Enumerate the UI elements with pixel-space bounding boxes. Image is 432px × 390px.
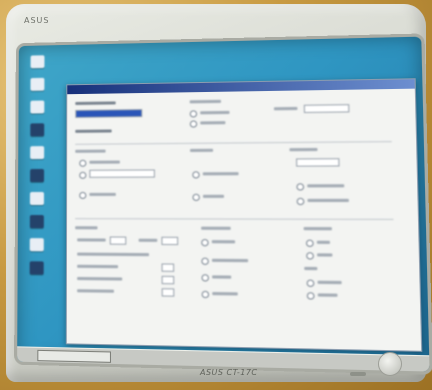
top-bezel-logo: ASUS — [24, 16, 50, 25]
number-field[interactable] — [109, 236, 127, 245]
group-label — [303, 227, 332, 231]
desktop-icon[interactable] — [30, 100, 45, 114]
group-label — [75, 149, 106, 153]
option-label — [317, 293, 338, 297]
option-label — [317, 253, 333, 257]
option-label — [202, 172, 239, 176]
option-label — [202, 194, 225, 198]
section-divider — [75, 141, 392, 145]
number-field[interactable] — [161, 236, 179, 246]
radio-button[interactable] — [192, 171, 200, 179]
radio-button[interactable] — [201, 274, 209, 282]
radio-button[interactable] — [201, 257, 209, 265]
option-label — [89, 160, 120, 164]
desktop-icon-column — [25, 55, 52, 326]
monitor-screen — [17, 36, 430, 372]
field-label — [75, 101, 116, 106]
radio-button[interactable] — [189, 110, 198, 118]
radio-button[interactable] — [201, 290, 210, 299]
radio-button[interactable] — [306, 292, 315, 300]
group-label — [201, 226, 231, 230]
desktop-icon[interactable] — [30, 123, 45, 137]
section-divider — [75, 218, 394, 220]
radio-button[interactable] — [296, 197, 305, 206]
radio-button[interactable] — [201, 239, 209, 247]
group-label — [75, 226, 98, 230]
settings-dialog-window — [65, 78, 423, 352]
desktop-icon[interactable] — [30, 146, 45, 160]
desktop-icon[interactable] — [30, 77, 45, 91]
desktop-icon[interactable] — [29, 238, 44, 252]
text-field[interactable] — [296, 158, 340, 167]
option-label — [307, 184, 345, 188]
desktop-icon[interactable] — [29, 215, 44, 229]
option-label — [200, 110, 230, 115]
radio-button[interactable] — [79, 159, 87, 167]
option-label — [89, 192, 116, 196]
field-label — [189, 99, 222, 104]
field-label — [77, 238, 106, 242]
field-label — [77, 276, 123, 281]
selected-dropdown[interactable] — [75, 109, 143, 118]
taskbar-window-button[interactable] — [37, 349, 112, 363]
number-field[interactable] — [161, 263, 175, 272]
power-button[interactable] — [378, 352, 402, 376]
radio-button[interactable] — [296, 183, 305, 191]
group-label — [289, 147, 318, 152]
desktop-icon[interactable] — [30, 168, 45, 183]
dialog-form-area — [67, 89, 421, 349]
photo-scene: ASUS ASUS CT-17C — [0, 0, 432, 390]
option-label — [211, 240, 236, 244]
field-label — [75, 129, 112, 133]
field-label — [77, 264, 119, 269]
text-field[interactable] — [303, 104, 350, 114]
desktop-icon[interactable] — [29, 261, 44, 275]
field-label — [77, 289, 114, 293]
desktop-icon[interactable] — [30, 55, 45, 69]
option-label — [307, 198, 349, 202]
group-label — [304, 266, 318, 271]
option-label — [211, 258, 249, 263]
field-label — [273, 106, 298, 111]
indicator-light — [350, 372, 366, 376]
field-label — [138, 238, 158, 242]
field-label — [77, 252, 150, 257]
radio-button[interactable] — [306, 279, 315, 288]
radio-button[interactable] — [306, 252, 314, 260]
option-label — [316, 240, 331, 244]
radio-button[interactable] — [79, 191, 87, 199]
radio-button[interactable] — [305, 239, 314, 247]
radio-button[interactable] — [79, 171, 87, 179]
option-label — [317, 280, 342, 285]
option-label — [212, 275, 232, 279]
group-label — [190, 148, 214, 152]
radio-button[interactable] — [189, 120, 198, 128]
desktop-icon[interactable] — [29, 191, 44, 206]
radio-button[interactable] — [192, 193, 200, 201]
number-field[interactable] — [161, 275, 175, 285]
option-label — [212, 292, 238, 296]
text-field[interactable] — [89, 169, 155, 178]
bottom-bezel-logo: ASUS CT-17C — [200, 368, 258, 377]
option-label — [200, 121, 226, 125]
number-field[interactable] — [161, 288, 175, 297]
